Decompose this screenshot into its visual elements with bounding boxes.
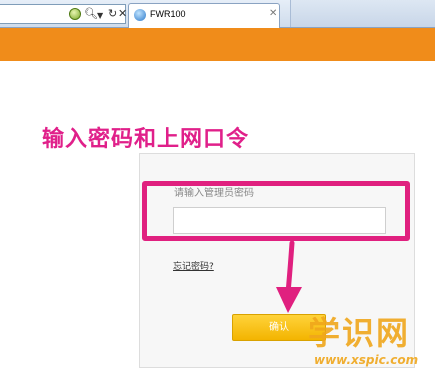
- pointer-arrow-icon: [276, 241, 302, 313]
- tab-close-icon[interactable]: ✕: [269, 8, 277, 19]
- router-header-bar: [0, 28, 435, 61]
- dropdown-icon[interactable]: ▼: [97, 9, 103, 23]
- refresh-icon[interactable]: ↻: [108, 7, 117, 21]
- annotation-caption: 输入密码和上网口令: [42, 127, 250, 152]
- stop-icon[interactable]: ✕: [118, 7, 127, 21]
- watermark-logo: 学识网: [308, 314, 411, 352]
- browser-tab[interactable]: FWR100 ✕: [128, 3, 280, 28]
- watermark-url: www.xspic.com: [314, 353, 419, 367]
- watermark: 学识网 www.xspic.com: [308, 315, 433, 371]
- go-icon[interactable]: [69, 8, 81, 20]
- search-icon[interactable]: 🔍︎: [84, 7, 98, 21]
- toolbar-empty-area: [290, 0, 435, 27]
- ie-favicon-icon: [134, 9, 146, 21]
- browser-toolbar: 🔍︎ ▼ ↻ ✕ FWR100 ✕: [0, 0, 435, 28]
- highlight-box: [142, 181, 410, 241]
- forgot-password-link[interactable]: 忘记密码?: [173, 259, 214, 272]
- tab-title: FWR100: [150, 9, 186, 19]
